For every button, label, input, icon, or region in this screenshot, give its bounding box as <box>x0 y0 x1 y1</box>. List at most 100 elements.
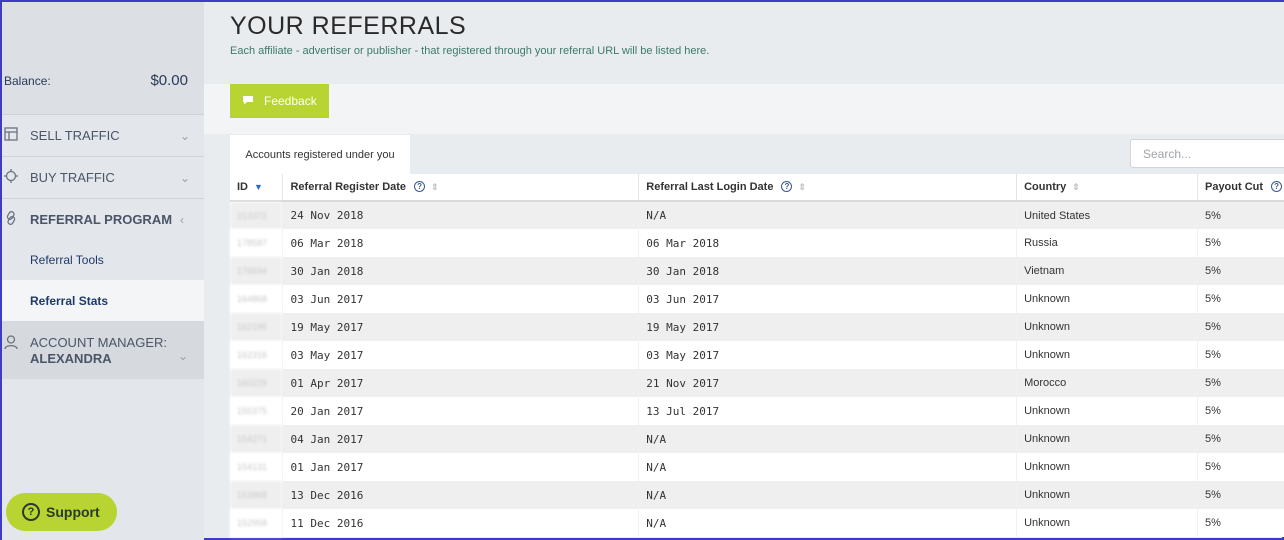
balance-value: $0.00 <box>150 72 188 89</box>
payout-cut-cell: 5% <box>1197 285 1284 313</box>
country-cell: Russia <box>1016 229 1198 257</box>
table-row: 160229 01 Apr 2017 21 Nov 2017 Morocco 5% <box>230 369 1284 397</box>
feedback-label: Feedback <box>264 94 317 108</box>
column-label: Referral Register Date <box>290 181 407 193</box>
id-cell: 155375 <box>230 397 284 425</box>
payout-cut-cell: 5% <box>1197 509 1284 537</box>
balance-panel: Balance: $0.00 <box>2 2 204 114</box>
sort-icon: ⇕ <box>798 182 806 192</box>
table-header-row: ID ▼ Referral Register Date? ⇕ Referral La… <box>230 174 1284 202</box>
payout-cut-cell: 5% <box>1197 201 1284 229</box>
table-row: 176694 30 Jan 2018 30 Jan 2018 Vietnam 5% <box>230 257 1284 285</box>
register-date-cell: 04 Jan 2017 <box>282 425 640 453</box>
last-login-cell: N/A <box>638 425 1018 453</box>
table-row: 162195 19 May 2017 19 May 2017 Unknown 5% <box>230 313 1284 341</box>
payout-cut-cell: 5% <box>1197 369 1284 397</box>
help-icon[interactable]: ? <box>414 181 426 192</box>
balance-label: Balance: <box>4 74 51 88</box>
tab-accounts-registered[interactable]: Accounts registered under you <box>230 135 410 174</box>
register-date-cell: 24 Nov 2018 <box>282 201 640 229</box>
sidebar-item-buy-traffic[interactable]: BUY TRAFFIC ⌄ <box>2 156 204 198</box>
chat-bubble-icon <box>242 95 254 108</box>
country-cell: Unknown <box>1016 453 1198 481</box>
page-header: YOUR REFERRALS Each affiliate - advertis… <box>204 2 1284 84</box>
country-cell: Unknown <box>1016 341 1198 369</box>
chevron-down-icon: ⌄ <box>180 128 191 143</box>
sidebar-item-label: SELL TRAFFIC <box>30 128 120 143</box>
id-cell: 152958 <box>230 509 284 537</box>
sidebar-item-label: BUY TRAFFIC <box>30 170 115 185</box>
referrals-table: ID ▼ Referral Register Date? ⇕ Referral La… <box>230 174 1284 537</box>
chevron-down-icon: ⌄ <box>177 349 188 363</box>
crosshair-icon <box>2 168 30 187</box>
table-row: 154271 04 Jan 2017 N/A Unknown 5% <box>230 425 1284 453</box>
sort-icon: ⇕ <box>1072 182 1080 192</box>
page-subtitle: Each affiliate - advertiser or publisher… <box>230 45 710 57</box>
column-label: ID <box>237 181 248 193</box>
register-date-cell: 20 Jan 2017 <box>282 397 640 425</box>
last-login-cell: N/A <box>638 509 1018 537</box>
sidebar-item-label: REFERRAL PROGRAM <box>30 212 173 227</box>
sidebar-subitem-referral-stats[interactable]: Referral Stats <box>2 280 204 321</box>
user-icon <box>4 335 18 354</box>
help-icon[interactable]: ? <box>1271 181 1283 192</box>
column-header-id[interactable]: ID ▼ <box>230 174 284 202</box>
id-cell: 162195 <box>230 313 284 341</box>
tab-bar: Accounts registered under you <box>204 134 1284 174</box>
country-cell: Vietnam <box>1016 257 1198 285</box>
sort-icon: ⇕ <box>431 182 439 192</box>
last-login-cell: 13 Jul 2017 <box>638 397 1018 425</box>
toolbar: Feedback <box>204 84 1284 134</box>
payout-cut-cell: 5% <box>1197 313 1284 341</box>
page-title: YOUR REFERRALS <box>230 12 467 40</box>
register-date-cell: 03 May 2017 <box>282 341 640 369</box>
column-header-register-date[interactable]: Referral Register Date? ⇕ <box>282 174 640 202</box>
account-manager-name: ALEXANDRA <box>30 351 112 366</box>
register-date-cell: 01 Jan 2017 <box>282 453 640 481</box>
payout-cut-cell: 5% <box>1197 257 1284 285</box>
feedback-button[interactable]: Feedback <box>230 84 329 118</box>
account-manager[interactable]: ACCOUNT MANAGER: ALEXANDRA ⌄ <box>2 321 204 379</box>
payout-cut-cell: 5% <box>1197 229 1284 257</box>
register-date-cell: 11 Dec 2016 <box>282 509 640 537</box>
column-header-last-login-date[interactable]: Referral Last Login Date? ⇕ <box>638 174 1018 202</box>
column-header-country[interactable]: Country ⇕ <box>1016 174 1198 202</box>
table-row: 152958 11 Dec 2016 N/A Unknown 5% <box>230 509 1284 537</box>
id-cell: 154271 <box>230 425 284 453</box>
country-cell: Unknown <box>1016 509 1198 537</box>
last-login-cell: 03 May 2017 <box>638 341 1018 369</box>
country-cell: Unknown <box>1016 397 1198 425</box>
column-label: Payout Cut <box>1204 181 1264 193</box>
chevron-down-icon: ⌄ <box>180 170 191 185</box>
support-label: Support <box>46 504 100 520</box>
id-cell: 154131 <box>230 453 284 481</box>
chevron-left-icon: ‹ <box>180 212 184 227</box>
table-row: 154131 01 Jan 2017 N/A Unknown 5% <box>230 453 1284 481</box>
sidebar-subitem-referral-tools[interactable]: Referral Tools <box>2 239 204 280</box>
help-icon[interactable]: ? <box>781 181 793 192</box>
sidebar-item-referral-program[interactable]: REFERRAL PROGRAM ‹ <box>2 198 204 240</box>
link-icon <box>2 210 30 229</box>
column-label: Referral Last Login Date <box>646 181 774 193</box>
country-cell: United States <box>1016 201 1198 229</box>
support-button[interactable]: ? Support <box>6 493 117 531</box>
last-login-cell: 03 Jun 2017 <box>638 285 1018 313</box>
search-input[interactable] <box>1130 139 1284 168</box>
last-login-cell: 30 Jan 2018 <box>638 257 1018 285</box>
account-manager-label: ACCOUNT MANAGER: <box>30 335 167 350</box>
sidebar-item-sell-traffic[interactable]: SELL TRAFFIC ⌄ <box>2 114 204 156</box>
country-cell: Unknown <box>1016 313 1198 341</box>
last-login-cell: N/A <box>638 201 1018 229</box>
column-header-payout-cut[interactable]: Payout Cut? <box>1197 174 1284 202</box>
table-body: 213372 24 Nov 2018 N/A United States 5% 17858… <box>230 201 1284 537</box>
help-icon: ? <box>22 503 40 521</box>
table-row: 155375 20 Jan 2017 13 Jul 2017 Unknown 5% <box>230 397 1284 425</box>
payout-cut-cell: 5% <box>1197 481 1284 509</box>
country-cell: Morocco <box>1016 369 1198 397</box>
table-row: 178587 06 Mar 2018 06 Mar 2018 Russia 5% <box>230 229 1284 257</box>
last-login-cell: 06 Mar 2018 <box>638 229 1018 257</box>
last-login-cell: N/A <box>638 453 1018 481</box>
country-cell: Unknown <box>1016 481 1198 509</box>
country-cell: Unknown <box>1016 285 1198 313</box>
id-cell: 176694 <box>230 257 284 285</box>
